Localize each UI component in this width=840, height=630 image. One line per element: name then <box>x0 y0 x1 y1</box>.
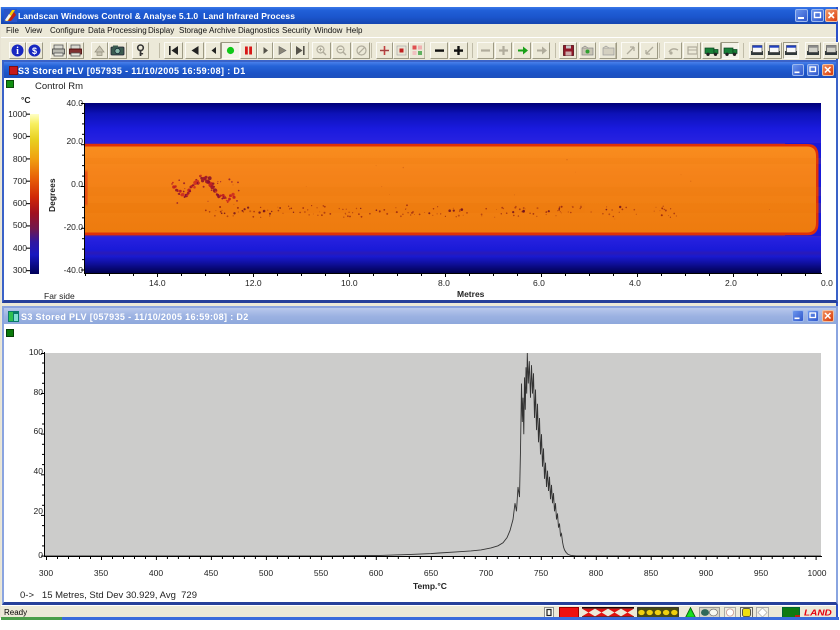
svg-text:i: i <box>16 46 19 57</box>
svg-text:$: $ <box>32 46 37 56</box>
